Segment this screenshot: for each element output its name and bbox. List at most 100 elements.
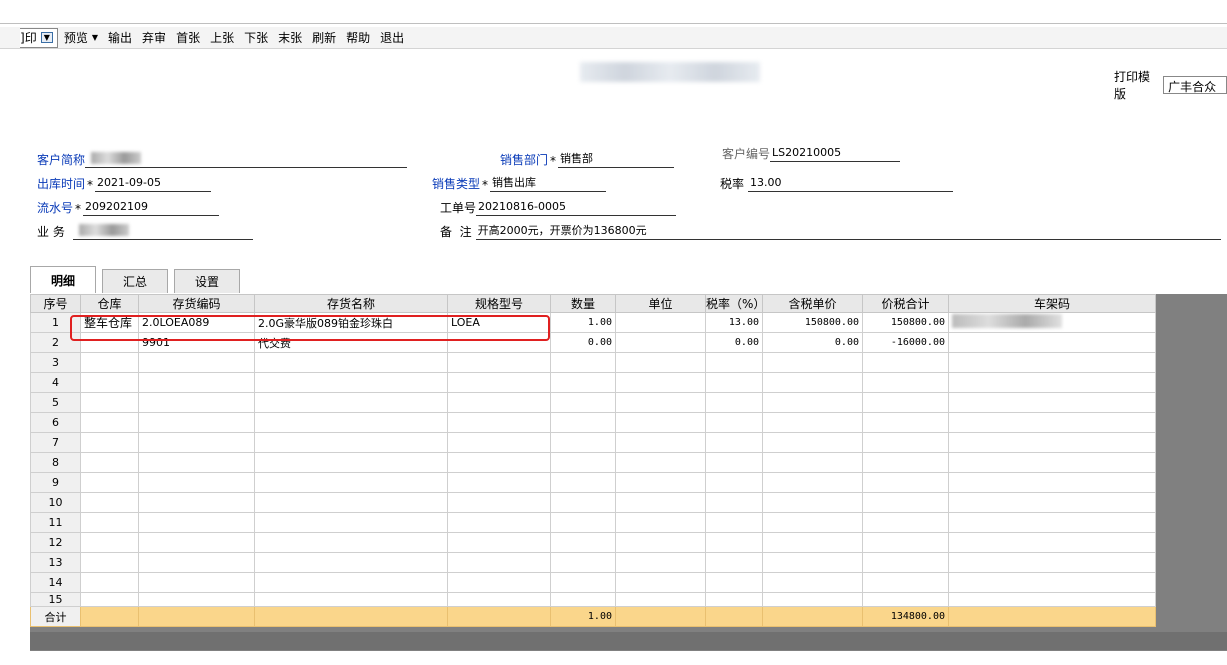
table-cell[interactable] [948,532,1156,553]
table-cell[interactable] [80,492,139,513]
table-cell[interactable] [705,392,763,413]
table-cell[interactable] [705,492,763,513]
table-cell[interactable] [948,592,1156,607]
table-cell[interactable] [705,572,763,593]
table-cell[interactable] [862,492,949,513]
preview-button[interactable]: 预览 ▼ [60,28,102,48]
table-cell[interactable] [80,572,139,593]
table-cell[interactable] [80,392,139,413]
table-cell[interactable] [948,432,1156,453]
table-cell[interactable] [254,512,448,533]
table-row[interactable]: 6 [30,412,1156,433]
tab-summary[interactable]: 汇总 [102,269,169,293]
unapprove-button[interactable]: 弃审 [138,28,170,48]
table-cell[interactable] [705,412,763,433]
table-row[interactable]: 9 [30,472,1156,493]
table-cell[interactable] [254,392,448,413]
table-cell[interactable] [948,352,1156,373]
table-cell[interactable] [705,452,763,473]
table-cell[interactable] [948,392,1156,413]
table-cell[interactable] [762,352,863,373]
col-header[interactable]: 规格型号 [447,294,551,313]
table-cell[interactable] [254,592,448,607]
col-header[interactable]: 单位 [615,294,706,313]
table-cell[interactable] [762,532,863,553]
table-cell[interactable] [948,412,1156,433]
dropdown-arrow-icon[interactable]: ▼ [92,33,98,42]
horizontal-scrollbar[interactable] [30,632,1227,650]
table-cell[interactable] [254,492,448,513]
table-cell[interactable] [862,432,949,453]
table-cell[interactable] [550,472,616,493]
table-row[interactable]: 14 [30,572,1156,593]
table-cell[interactable] [862,412,949,433]
table-cell[interactable]: 13.00 [705,312,763,333]
table-cell[interactable] [80,552,139,573]
table-row[interactable]: 3 [30,352,1156,373]
table-cell[interactable] [615,592,706,607]
remark-input[interactable]: 开高2000元，开票价为136800元 [475,224,1221,240]
table-row[interactable]: 4 [30,372,1156,393]
col-header[interactable]: 含税单价 [762,294,863,313]
table-cell[interactable] [447,432,551,453]
table-cell[interactable] [615,452,706,473]
table-cell[interactable] [138,592,255,607]
table-cell[interactable] [447,352,551,373]
table-cell[interactable] [138,512,255,533]
table-cell[interactable] [615,472,706,493]
table-cell[interactable] [550,372,616,393]
last-button[interactable]: 末张 [274,28,306,48]
table-cell[interactable] [705,552,763,573]
table-cell[interactable] [862,352,949,373]
table-cell[interactable] [550,412,616,433]
col-header[interactable]: 价税合计 [862,294,949,313]
table-cell[interactable] [705,532,763,553]
table-cell[interactable] [447,412,551,433]
table-row[interactable]: 15 [30,592,1156,607]
table-cell[interactable] [254,552,448,573]
table-cell[interactable] [447,572,551,593]
table-cell[interactable] [862,532,949,553]
table-cell[interactable] [550,432,616,453]
table-row[interactable]: 8 [30,452,1156,473]
table-cell[interactable] [862,372,949,393]
table-cell[interactable] [80,352,139,373]
table-cell[interactable] [862,552,949,573]
table-cell[interactable] [948,572,1156,593]
table-cell[interactable] [138,432,255,453]
table-cell[interactable]: 整车仓库 [80,312,139,333]
table-cell[interactable] [948,452,1156,473]
table-row[interactable]: 10 [30,492,1156,513]
table-cell[interactable] [447,552,551,573]
col-header[interactable]: 仓库 [80,294,139,313]
table-cell[interactable] [447,332,551,353]
col-header[interactable]: 数量 [550,294,616,313]
table-row[interactable]: 1 整车仓库 2.0LOEA089 2.0G豪华版089铂金珍珠白 LOEA 1.00 13… [30,312,1156,333]
table-cell[interactable] [550,552,616,573]
table-cell[interactable] [254,572,448,593]
export-button[interactable]: 输出 [104,28,136,48]
table-cell[interactable] [138,392,255,413]
table-cell[interactable] [762,472,863,493]
table-cell[interactable] [254,532,448,553]
customer-name-input[interactable] [85,152,408,168]
table-cell[interactable] [862,592,949,607]
table-cell[interactable] [254,352,448,373]
table-cell[interactable] [615,492,706,513]
table-cell[interactable]: -16000.00 [862,332,949,353]
table-cell[interactable] [254,472,448,493]
table-cell[interactable] [138,412,255,433]
table-cell[interactable] [138,492,255,513]
out-date-input[interactable]: 2021-09-05 [95,176,212,192]
table-cell[interactable] [80,512,139,533]
table-cell[interactable] [762,392,863,413]
table-cell[interactable] [447,532,551,553]
table-cell[interactable] [705,472,763,493]
table-cell[interactable]: 0.00 [762,332,863,353]
table-row[interactable]: 5 [30,392,1156,413]
dropdown-arrow-icon[interactable]: ▼ [40,32,53,43]
customer-code-input[interactable]: LS20210005 [770,146,901,162]
col-header[interactable]: 车架码 [948,294,1156,313]
table-cell[interactable] [762,512,863,533]
table-cell[interactable] [762,452,863,473]
